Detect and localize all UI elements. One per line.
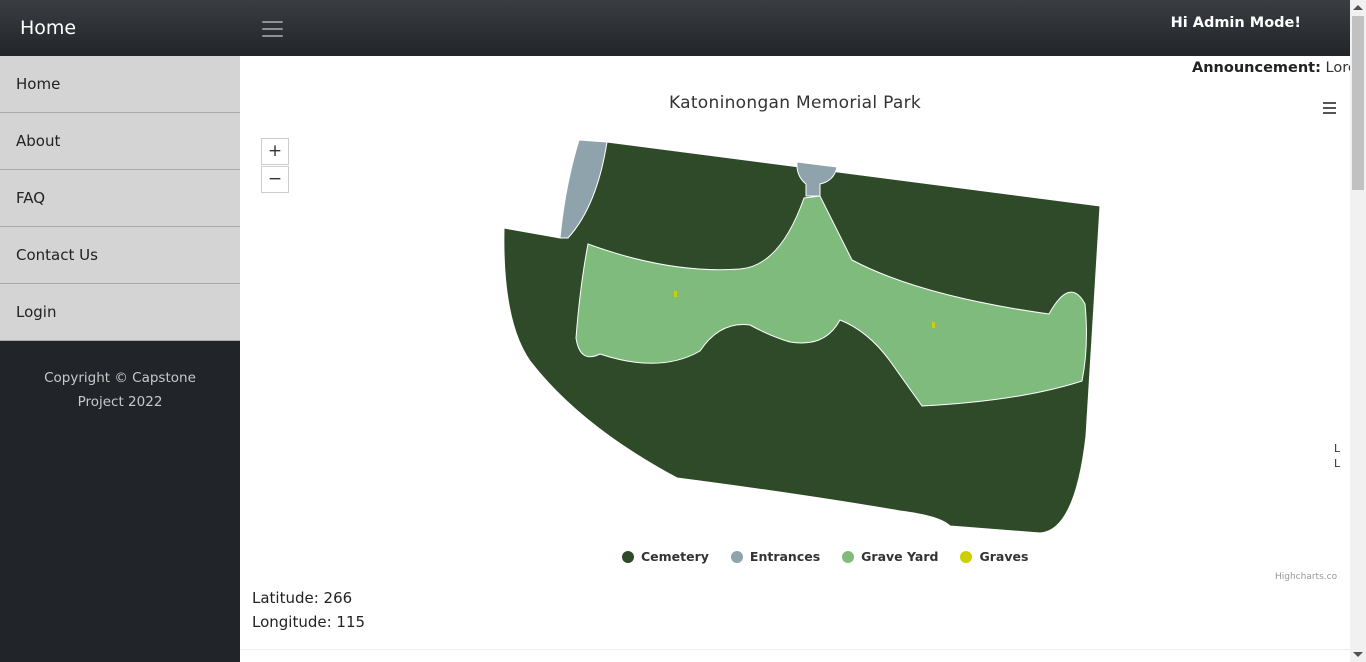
- longitude-readout: Longitude: 115: [252, 613, 366, 631]
- scroll-up-icon[interactable]: [1353, 5, 1363, 10]
- scrollbar-thumb[interactable]: [1352, 16, 1364, 190]
- scroll-down-icon[interactable]: [1353, 652, 1363, 657]
- clipped-label: L: [1334, 457, 1340, 470]
- sidebar-item-home[interactable]: Home: [0, 56, 240, 113]
- cemetery-map[interactable]: [240, 56, 1350, 596]
- legend-dot-icon: [960, 550, 973, 563]
- brand-title[interactable]: Home: [0, 0, 240, 56]
- legend-label: Entrances: [749, 549, 821, 564]
- legend-dot-icon: [622, 550, 634, 563]
- clipped-label: L: [1334, 442, 1340, 455]
- legend-label: Grave Yard: [861, 549, 939, 564]
- legend-entrances[interactable]: Entrances: [730, 549, 821, 564]
- hamburger-icon[interactable]: [262, 19, 284, 37]
- legend-graves[interactable]: Graves: [960, 549, 1028, 564]
- latitude-readout: Latitude: 266: [252, 589, 353, 607]
- legend-grave-yard[interactable]: Grave Yard: [842, 549, 938, 564]
- legend-label: Graves: [979, 549, 1029, 564]
- page-scrollbar[interactable]: [1350, 0, 1366, 662]
- highcharts-credits[interactable]: Highcharts.com: [1275, 572, 1337, 582]
- divider: [240, 649, 1350, 650]
- legend-label: Cemetery: [641, 549, 709, 564]
- sidebar-item-faq[interactable]: FAQ: [0, 170, 240, 227]
- grave-marker[interactable]: [674, 291, 677, 297]
- legend-dot-icon: [842, 550, 855, 563]
- top-navbar: Hi Admin Mode!: [240, 0, 1350, 56]
- admin-greeting: Hi Admin Mode!: [1170, 15, 1301, 31]
- legend-dot-icon: [730, 550, 743, 563]
- sidebar-item-login[interactable]: Login: [0, 284, 240, 341]
- map-legend: Cemetery Entrances Grave Yard Graves: [622, 549, 1028, 564]
- main-content: Announcement: Lorem Katoninongan Memoria…: [240, 56, 1350, 662]
- grave-marker[interactable]: [932, 322, 935, 328]
- sidebar: Home Home About FAQ Contact Us Login Cop…: [0, 0, 240, 662]
- copyright-text: Copyright © Capstone Project 2022: [44, 370, 196, 410]
- legend-cemetery[interactable]: Cemetery: [622, 549, 709, 564]
- sidebar-item-contact-us[interactable]: Contact Us: [0, 227, 240, 284]
- sidebar-item-about[interactable]: About: [0, 113, 240, 170]
